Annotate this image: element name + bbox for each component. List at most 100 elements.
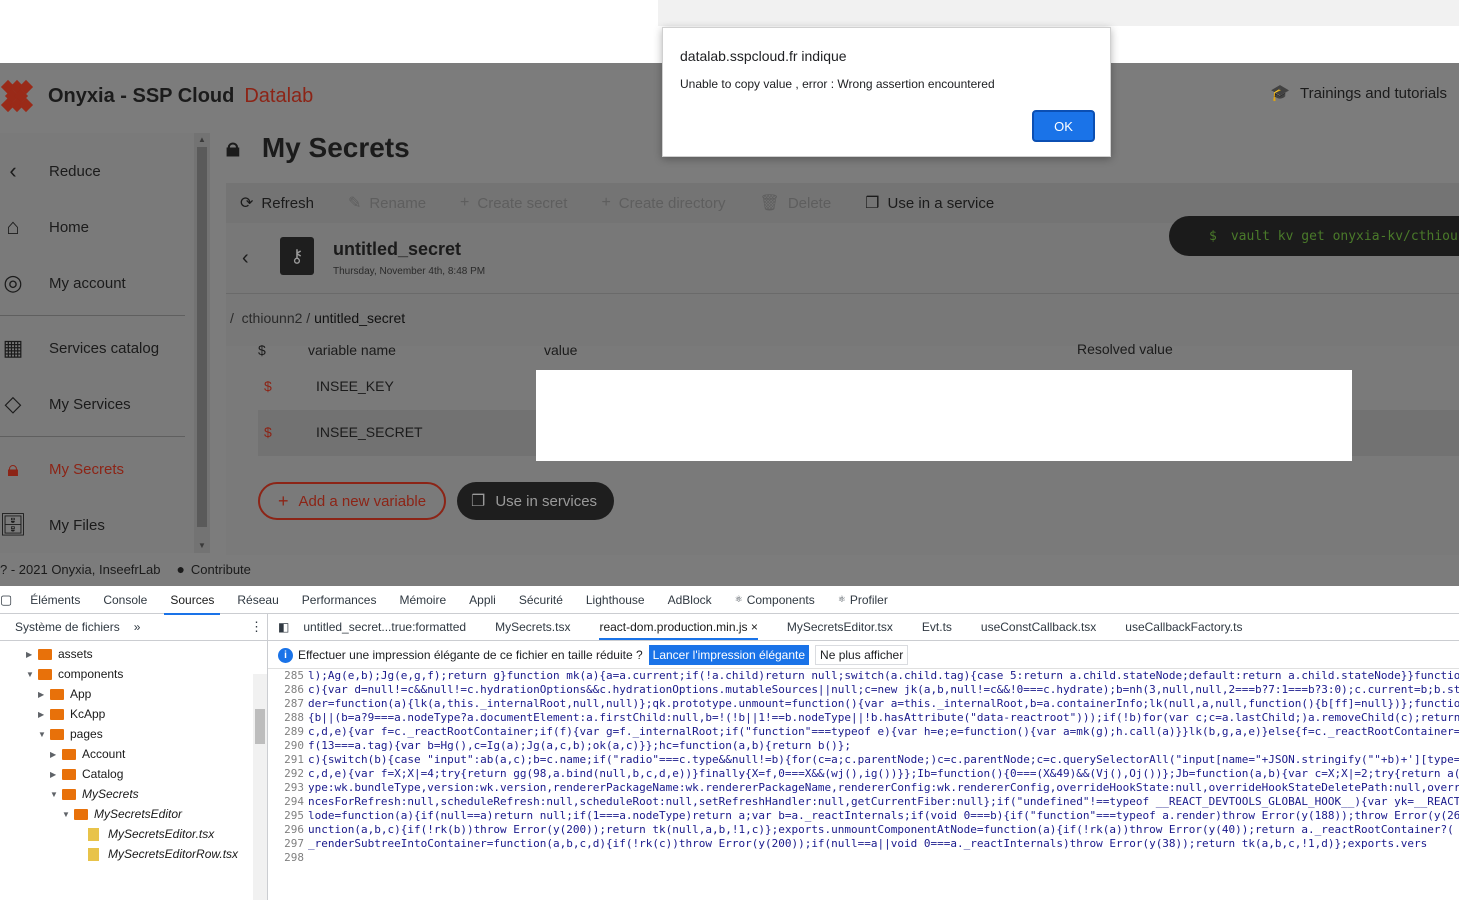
rename-button[interactable]: ✎ Rename xyxy=(348,193,426,213)
tab-performance[interactable]: Performances xyxy=(302,586,377,614)
back-chevron-icon[interactable]: ‹ xyxy=(242,247,249,270)
tree-folder-app[interactable]: ▶ App xyxy=(38,684,91,704)
contribute-link[interactable]: Contribute xyxy=(191,562,251,577)
navigator-scrollbar[interactable] xyxy=(253,674,267,900)
sidebar-scrollbar[interactable]: ▲ ▼ xyxy=(194,133,210,553)
tab-lighthouse[interactable]: Lighthouse xyxy=(586,586,645,614)
code-line[interactable]: 297 _renderSubtreeIntoContainer=function(… xyxy=(268,837,1427,851)
tab-sources[interactable]: Sources xyxy=(164,586,221,615)
code-line[interactable]: 291 c){switch(b){case "input":ab(a,c);b=c… xyxy=(268,753,1459,767)
create-directory-button[interactable]: + Create directory xyxy=(601,194,725,212)
tab-components[interactable]: ⚛ Components xyxy=(735,586,815,614)
line-number[interactable]: 294 xyxy=(268,795,308,809)
filesystem-tab[interactable]: Système de fichiers xyxy=(15,620,120,634)
pretty-print-button[interactable]: Lancer l'impression élégante xyxy=(648,645,810,665)
kebab-menu-icon[interactable]: ⋮ xyxy=(250,619,263,635)
use-in-services-button[interactable]: ❐ Use in services xyxy=(457,482,615,520)
command-banner[interactable]: $ vault kv get onyxia-kv/cthiou xyxy=(1169,216,1459,256)
row-name[interactable]: INSEE_SECRET xyxy=(316,424,423,440)
tab-elements[interactable]: Éléments xyxy=(30,586,80,614)
line-number[interactable]: 296 xyxy=(268,823,308,837)
code-editor[interactable]: 285 l);Ag(e,b);Jg(e,g,f);return g}functio… xyxy=(268,669,1459,900)
dock-icon[interactable]: ▢ xyxy=(0,592,12,608)
dismiss-button[interactable]: Ne plus afficher xyxy=(815,645,909,665)
file-tab[interactable]: Evt.ts xyxy=(922,620,952,634)
sidebar-item-my-account[interactable]: ◎ My account xyxy=(0,263,190,303)
file-tab-active[interactable]: react-dom.production.min.js × xyxy=(599,620,758,640)
use-in-service-button[interactable]: ❐ Use in a service xyxy=(865,193,994,213)
file-tab[interactable]: MySecretsEditor.tsx xyxy=(787,620,893,634)
trainings-link[interactable]: 🎓 Trainings and tutorials xyxy=(1270,83,1447,103)
tree-folder-components[interactable]: ▼ components xyxy=(26,664,123,684)
code-line[interactable]: 293 ype:wk.bundleType,version:wk.version,… xyxy=(268,781,1459,795)
tree-folder-account[interactable]: ▶ Account xyxy=(50,744,125,764)
row-name[interactable]: INSEE_KEY xyxy=(316,378,394,394)
tab-components-label: Components xyxy=(746,592,815,607)
tree-folder-assets[interactable]: ▶ assets xyxy=(26,644,93,664)
sidebar-item-home[interactable]: ⌂ Home xyxy=(0,207,190,247)
line-number[interactable]: 293 xyxy=(268,781,308,795)
tree-file-mysecretseditor[interactable]: MySecretsEditor.tsx xyxy=(88,824,214,844)
ok-button[interactable]: OK xyxy=(1032,110,1095,142)
tree-folder-mysecretseditor[interactable]: ▼ MySecretsEditor xyxy=(62,804,182,824)
tab-profiler-label: Profiler xyxy=(849,592,888,607)
tree-file-mysecretseditorrow[interactable]: MySecretsEditorRow.tsx xyxy=(88,844,238,864)
scroll-up-icon[interactable]: ▲ xyxy=(198,135,206,144)
code-line[interactable]: 292 c,d,e){var f=X;X|=4;try{return gg(98,… xyxy=(268,767,1459,781)
line-number[interactable]: 298 xyxy=(268,851,308,865)
code-line[interactable]: 286 c){var d=null!=c&&null!=c.hydrationOp… xyxy=(268,683,1459,697)
tab-security[interactable]: Sécurité xyxy=(519,586,563,614)
secret-name[interactable]: untitled_secret xyxy=(333,239,461,260)
code-line[interactable]: 287 der=function(a){lk(a,this._internalRo… xyxy=(268,697,1459,711)
line-number[interactable]: 290 xyxy=(268,739,308,753)
sidebar-item-my-files[interactable]: 🗄︎ My Files xyxy=(0,505,190,545)
sidebar-item-reduce[interactable]: ‹ Reduce xyxy=(0,151,190,191)
tab-network[interactable]: Réseau xyxy=(237,586,278,614)
file-tab[interactable]: MySecrets.tsx xyxy=(495,620,570,634)
tree-folder-catalog[interactable]: ▶ Catalog xyxy=(50,764,123,784)
tree-folder-pages[interactable]: ▼ pages xyxy=(38,724,103,744)
code-line[interactable]: 285 l);Ag(e,b);Jg(e,g,f);return g}functio… xyxy=(268,669,1459,683)
sidebar-item-services-catalog[interactable]: ▦ Services catalog xyxy=(0,328,190,368)
file-tab[interactable]: untitled_secret...true:formatted xyxy=(303,620,466,634)
code-line[interactable]: 294 ncesForRefresh:null,scheduleRefresh:n… xyxy=(268,795,1459,809)
react-icon: ⚛ xyxy=(837,594,846,604)
tab-memory[interactable]: Mémoire xyxy=(399,586,446,614)
line-number[interactable]: 297 xyxy=(268,837,308,851)
file-tab[interactable]: useConstCallback.tsx xyxy=(981,620,1096,634)
line-number[interactable]: 292 xyxy=(268,767,308,781)
tab-console[interactable]: Console xyxy=(103,586,147,614)
tree-folder-kcapp[interactable]: ▶ KcApp xyxy=(38,704,105,724)
code-line[interactable]: 288 {b||(b=a?9===a.nodeType?a.documentEle… xyxy=(268,711,1459,725)
line-number[interactable]: 287 xyxy=(268,697,308,711)
tab-application[interactable]: Appli xyxy=(469,586,496,614)
line-number[interactable]: 288 xyxy=(268,711,308,725)
code-line[interactable]: 289 c,d,e){var f=c._reactRootContainer;if… xyxy=(268,725,1459,739)
tree-folder-mysecrets[interactable]: ▼ MySecrets xyxy=(50,784,139,804)
tab-adblock[interactable]: AdBlock xyxy=(668,586,712,614)
breadcrumb-parent[interactable]: cthiounn2 xyxy=(242,310,303,326)
sidebar-item-my-services[interactable]: ◇ My Services xyxy=(0,384,190,424)
add-variable-button[interactable]: + Add a new variable xyxy=(258,482,447,520)
code-line[interactable]: 296 unction(a,b,c){if(!rk(b))throw Error(… xyxy=(268,823,1454,837)
line-number[interactable]: 285 xyxy=(268,669,308,683)
code-line[interactable]: 298 xyxy=(268,851,308,865)
code-line[interactable]: 290 f(13===a.tag){var b=Hg(),c=Ig(a);Jg(a… xyxy=(268,739,851,753)
line-number[interactable]: 295 xyxy=(268,809,308,823)
more-tabs-icon[interactable]: » xyxy=(134,620,141,634)
create-secret-button[interactable]: + Create secret xyxy=(460,194,567,212)
code-line[interactable]: 295 lode=function(a){if(null==a)return nu… xyxy=(268,809,1459,823)
toggle-navigator-icon[interactable]: ◧ xyxy=(278,620,289,634)
line-number[interactable]: 291 xyxy=(268,753,308,767)
line-number[interactable]: 286 xyxy=(268,683,308,697)
tab-profiler[interactable]: ⚛ Profiler xyxy=(838,586,888,614)
delete-button[interactable]: 🗑︎ Delete xyxy=(760,193,832,213)
scroll-down-icon[interactable]: ▼ xyxy=(198,541,206,550)
scrollbar-thumb[interactable] xyxy=(255,709,265,744)
line-number[interactable]: 289 xyxy=(268,725,308,739)
scrollbar-thumb[interactable] xyxy=(197,147,207,527)
refresh-button[interactable]: ⟳ Refresh xyxy=(240,193,314,213)
sidebar-item-my-secrets[interactable]: 🔒︎ My Secrets xyxy=(0,449,190,489)
file-tab[interactable]: useCallbackFactory.ts xyxy=(1125,620,1242,634)
brand[interactable]: Onyxia - SSP Cloud Datalab xyxy=(0,79,313,113)
